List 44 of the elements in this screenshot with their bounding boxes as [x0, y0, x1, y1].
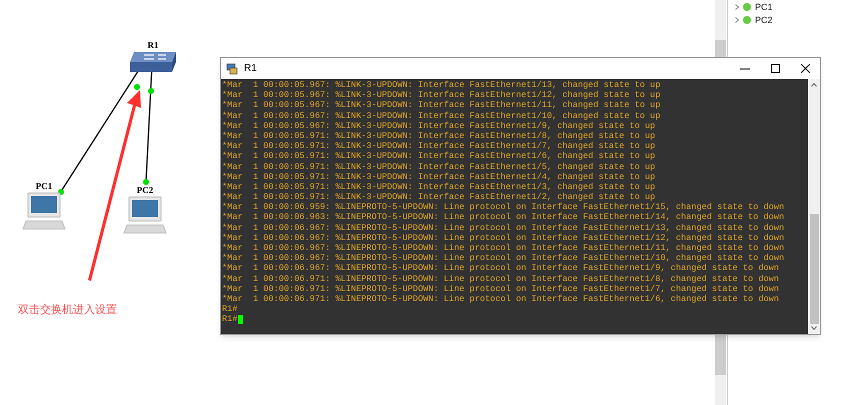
- tree-item[interactable]: PC2: [755, 15, 773, 25]
- terminal-line: *Mar 1 00:00:05.967: %LINK-3-UPDOWN: Interface FastEthernet1/9, changed state to up: [222, 120, 656, 131]
- tree-item[interactable]: PC1: [755, 2, 773, 12]
- terminal-line: *Mar 1 00:00:06.967: %LINEPROTO-5-UPDOWN: Line protocol on Interface FastEthernet1/9, changed state to down: [222, 263, 779, 274]
- terminal-line: *Mar 1 00:00:06.963: %LINEPROTO-5-UPDOWN: Line protocol on Interface FastEthernet1/14, changed state to down: [222, 212, 784, 223]
- network-switch-icon[interactable]: [128, 50, 178, 74]
- terminal-line: *Mar 1 00:00:05.967: %LINK-3-UPDOWN: Interface FastEthernet1/11, changed state to up: [222, 100, 660, 111]
- terminal-line: *Mar 1 00:00:06.967: %LINEPROTO-5-UPDOWN: Line protocol on Interface FastEthernet1/10, changed state to down: [222, 253, 784, 264]
- device-label: PC1: [36, 181, 52, 191]
- terminal-line: *Mar 1 00:00:06.967: %LINEPROTO-5-UPDOWN: Line protocol on Interface FastEthernet1/13, changed state to down: [222, 222, 784, 233]
- terminal-line: *Mar 1 00:00:05.971: %LINK-3-UPDOWN: Interface FastEthernet1/6, changed state to up: [222, 151, 656, 162]
- cursor: [238, 314, 244, 324]
- minimize-icon: [740, 68, 750, 70]
- maximize-icon: [770, 64, 780, 73]
- scroll-up-icon[interactable]: [811, 83, 817, 87]
- terminal-line: *Mar 1 00:00:05.971: %LINK-3-UPDOWN: Interface FastEthernet1/7, changed state to up: [222, 141, 656, 152]
- terminal-line: R1#: [222, 304, 238, 314]
- terminal-line: *Mar 1 00:00:05.971: %LINK-3-UPDOWN: Interface FastEthernet1/4, changed state to up: [222, 172, 656, 182]
- terminal-line: *Mar 1 00:00:05.971: %LINK-3-UPDOWN: Interface FastEthernet1/5, changed state to up: [222, 162, 656, 172]
- device-label: R1: [148, 40, 158, 50]
- close-icon: [800, 64, 810, 73]
- terminal-line: R1#: [222, 314, 238, 325]
- scrollbar[interactable]: [808, 79, 820, 334]
- annotation-text: 双击交换机进入设置: [18, 302, 117, 318]
- terminal-line: *Mar 1 00:00:05.967: %LINK-3-UPDOWN: Interface FastEthernet1/13, changed state to up: [222, 80, 660, 90]
- terminal-line: *Mar 1 00:00:06.967: %LINEPROTO-5-UPDOWN: Line protocol on Interface FastEthernet1/11, changed state to down: [222, 243, 784, 254]
- chevron-icon[interactable]: [735, 17, 739, 23]
- terminal-line: *Mar 1 00:00:05.967: %LINK-3-UPDOWN: Interface FastEthernet1/10, changed state to up: [222, 110, 660, 121]
- chevron-icon[interactable]: [735, 4, 739, 10]
- terminal-line: *Mar 1 00:00:06.971: %LINEPROTO-5-UPDOWN: Line protocol on Interface FastEthernet1/6, changed state to down: [222, 294, 779, 304]
- terminal-line: *Mar 1 00:00:06.967: %LINEPROTO-5-UPDOWN: Line protocol on Interface FastEthernet1/12, changed state to down: [222, 232, 784, 244]
- terminal-line: *Mar 1 00:00:05.971: %LINK-3-UPDOWN: Interface FastEthernet1/3, changed state to up: [222, 182, 656, 192]
- terminal-line: *Mar 1 00:00:05.967: %LINK-3-UPDOWN: Interface FastEthernet1/12, changed state to up: [222, 90, 660, 100]
- computer-icon[interactable]: [123, 195, 167, 235]
- terminal-app-icon: [226, 62, 238, 74]
- terminal-line: *Mar 1 00:00:06.971: %LINEPROTO-5-UPDOWN: Line protocol on Interface FastEthernet1/7, changed state to down: [222, 284, 779, 294]
- device-label: PC2: [136, 185, 154, 195]
- computer-icon[interactable]: [22, 191, 66, 231]
- terminal-line: *Mar 1 00:00:06.959: %LINEPROTO-5-UPDOWN: Line protocol on Interface FastEthernet1/15, changed state to down: [222, 202, 784, 212]
- terminal-line: *Mar 1 00:00:06.971: %LINEPROTO-5-UPDOWN: Line protocol on Interface FastEthernet1/8, changed state to down: [222, 274, 779, 284]
- window-title: R1: [244, 62, 257, 76]
- terminal-line: *Mar 1 00:00:05.971: %LINK-3-UPDOWN: Interface FastEthernet1/2, changed state to up: [222, 192, 656, 202]
- scroll-down-icon[interactable]: [811, 326, 817, 330]
- terminal-line: *Mar 1 00:00:05.971: %LINK-3-UPDOWN: Interface FastEthernet1/8, changed state to up: [222, 130, 656, 142]
